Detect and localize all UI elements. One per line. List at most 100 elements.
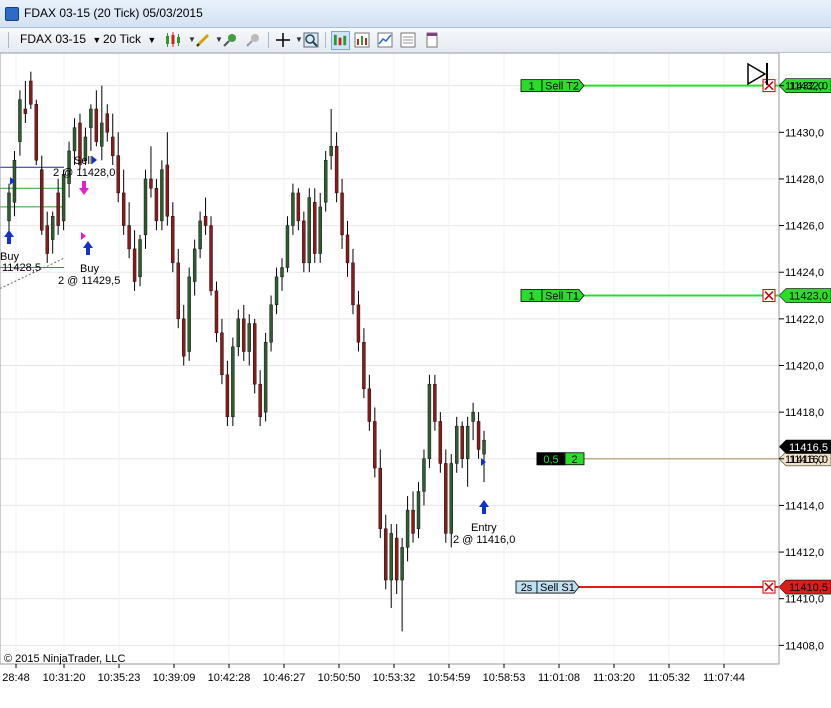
candle-body xyxy=(296,192,301,222)
execution-label: 2 @ 11428,0 xyxy=(53,167,115,179)
candle-body xyxy=(7,192,11,222)
candle-body xyxy=(302,220,306,264)
candle xyxy=(307,188,311,273)
y-tick-label: 11414,0 xyxy=(785,500,824,512)
candle-body xyxy=(176,262,180,320)
candle-body xyxy=(40,169,44,231)
candle-body xyxy=(340,192,344,236)
y-tick-label: 11408,0 xyxy=(785,640,824,652)
candle-body xyxy=(198,220,202,250)
candle-body xyxy=(471,411,475,422)
close-order-icon[interactable] xyxy=(762,580,776,594)
price-tag-label: 11410,5 xyxy=(789,582,828,594)
interval-label: 20 Tick xyxy=(103,32,142,46)
indicators-icon[interactable] xyxy=(376,31,394,49)
interval-selector[interactable]: 20 Tick ▼ xyxy=(103,32,156,46)
eraser-icon[interactable] xyxy=(244,31,262,49)
position-qty: 2 xyxy=(571,454,577,466)
data-box-icon[interactable] xyxy=(423,31,441,49)
candle-body xyxy=(367,388,372,422)
candle-body xyxy=(400,547,404,581)
position-pnl: 0,5 xyxy=(543,454,558,466)
chevron-down-icon: ▼ xyxy=(92,35,102,45)
candle xyxy=(231,337,235,427)
instrument-selector[interactable]: FDAX 03-15 ▼ xyxy=(20,32,101,46)
candle xyxy=(444,449,448,543)
candle xyxy=(34,99,38,165)
candle-body xyxy=(280,267,284,278)
x-tick-label: 10:39:09 xyxy=(153,672,196,684)
candle-body xyxy=(132,248,137,282)
close-order-icon[interactable] xyxy=(762,79,776,93)
candle-body xyxy=(389,533,393,581)
candle-body xyxy=(460,425,464,459)
x-tick-label: 10:58:53 xyxy=(483,672,526,684)
candle-body xyxy=(345,234,350,264)
candle-body xyxy=(411,509,415,534)
candle-body xyxy=(405,509,410,548)
y-tick-label: 11432,0 xyxy=(785,81,824,93)
close-order-icon[interactable] xyxy=(762,289,776,303)
toolbar-separator xyxy=(8,32,9,48)
candle-body xyxy=(29,80,33,105)
chart-toolbar: FDAX 03-15 ▼ 20 Tick ▼ ▼ ▼ ▼ xyxy=(0,28,831,53)
x-tick-label: 11:07:44 xyxy=(703,672,745,684)
x-tick-label: 11:01:08 xyxy=(538,672,580,684)
chart-trader-icon[interactable] xyxy=(331,31,350,50)
execution-label: Buy xyxy=(80,263,99,275)
candle-body xyxy=(318,206,322,254)
x-tick-label: 10:46:27 xyxy=(263,672,306,684)
candle-body xyxy=(56,192,60,226)
candle-body xyxy=(116,155,120,194)
candle xyxy=(427,374,432,469)
candle-body xyxy=(214,290,219,334)
candle-body xyxy=(105,113,109,133)
chart-type-icon[interactable] xyxy=(353,31,371,49)
y-tick-label: 11422,0 xyxy=(785,314,824,326)
y-tick-label: 11424,0 xyxy=(785,267,824,279)
candle-body xyxy=(384,528,388,581)
candle-body xyxy=(160,169,164,222)
toolbar-separator xyxy=(268,32,269,48)
title-bar: FDAX 03-15 (20 Tick) 05/03/2015 xyxy=(0,0,831,28)
candle-body xyxy=(378,467,382,529)
candle-body xyxy=(362,341,366,390)
y-tick-label: 11426,0 xyxy=(785,221,824,233)
order-label: Sell S1 xyxy=(540,582,575,594)
copyright-text: © 2015 NinjaTrader, LLC xyxy=(4,653,126,665)
order-label: Sell T1 xyxy=(545,291,579,303)
candle-body xyxy=(422,458,426,492)
toolbar-separator xyxy=(325,32,326,48)
price-tag-label: 11423,0 xyxy=(789,291,828,303)
order-qty: 1 xyxy=(528,291,534,303)
candle-body xyxy=(45,225,49,254)
x-tick-label: 10:31:20 xyxy=(43,672,86,684)
candle-body xyxy=(263,341,268,413)
candle-body xyxy=(154,188,159,222)
candle-body xyxy=(285,225,290,268)
candle-body xyxy=(203,216,208,226)
candle-body xyxy=(482,439,486,455)
candle-body xyxy=(242,318,246,352)
candlestick-icon[interactable] xyxy=(164,31,182,49)
candle-body xyxy=(94,108,99,142)
candle-body xyxy=(209,225,213,292)
pin-icon[interactable] xyxy=(221,31,239,49)
properties-icon[interactable] xyxy=(399,31,417,49)
x-tick-label: 10:54:59 xyxy=(428,672,471,684)
candle-body xyxy=(34,104,38,161)
candle-body xyxy=(269,304,273,343)
candle-body xyxy=(307,197,311,264)
magnifier-icon[interactable] xyxy=(302,31,320,49)
candle-body xyxy=(252,323,257,385)
candle-body xyxy=(356,304,361,343)
execution-label: 11428,5 xyxy=(2,262,41,274)
candle xyxy=(263,332,268,422)
price-chart[interactable]: 1 Sell T2 11432,0 1 Sell T1 11423,0 2s Sell S1 1… xyxy=(0,53,831,708)
candle-body xyxy=(182,318,186,357)
candle-body xyxy=(111,136,115,156)
x-tick-label: 10:53:32 xyxy=(373,672,416,684)
x-tick-label: 28:48 xyxy=(2,672,30,684)
candle xyxy=(187,267,191,361)
candle-body xyxy=(373,421,377,469)
